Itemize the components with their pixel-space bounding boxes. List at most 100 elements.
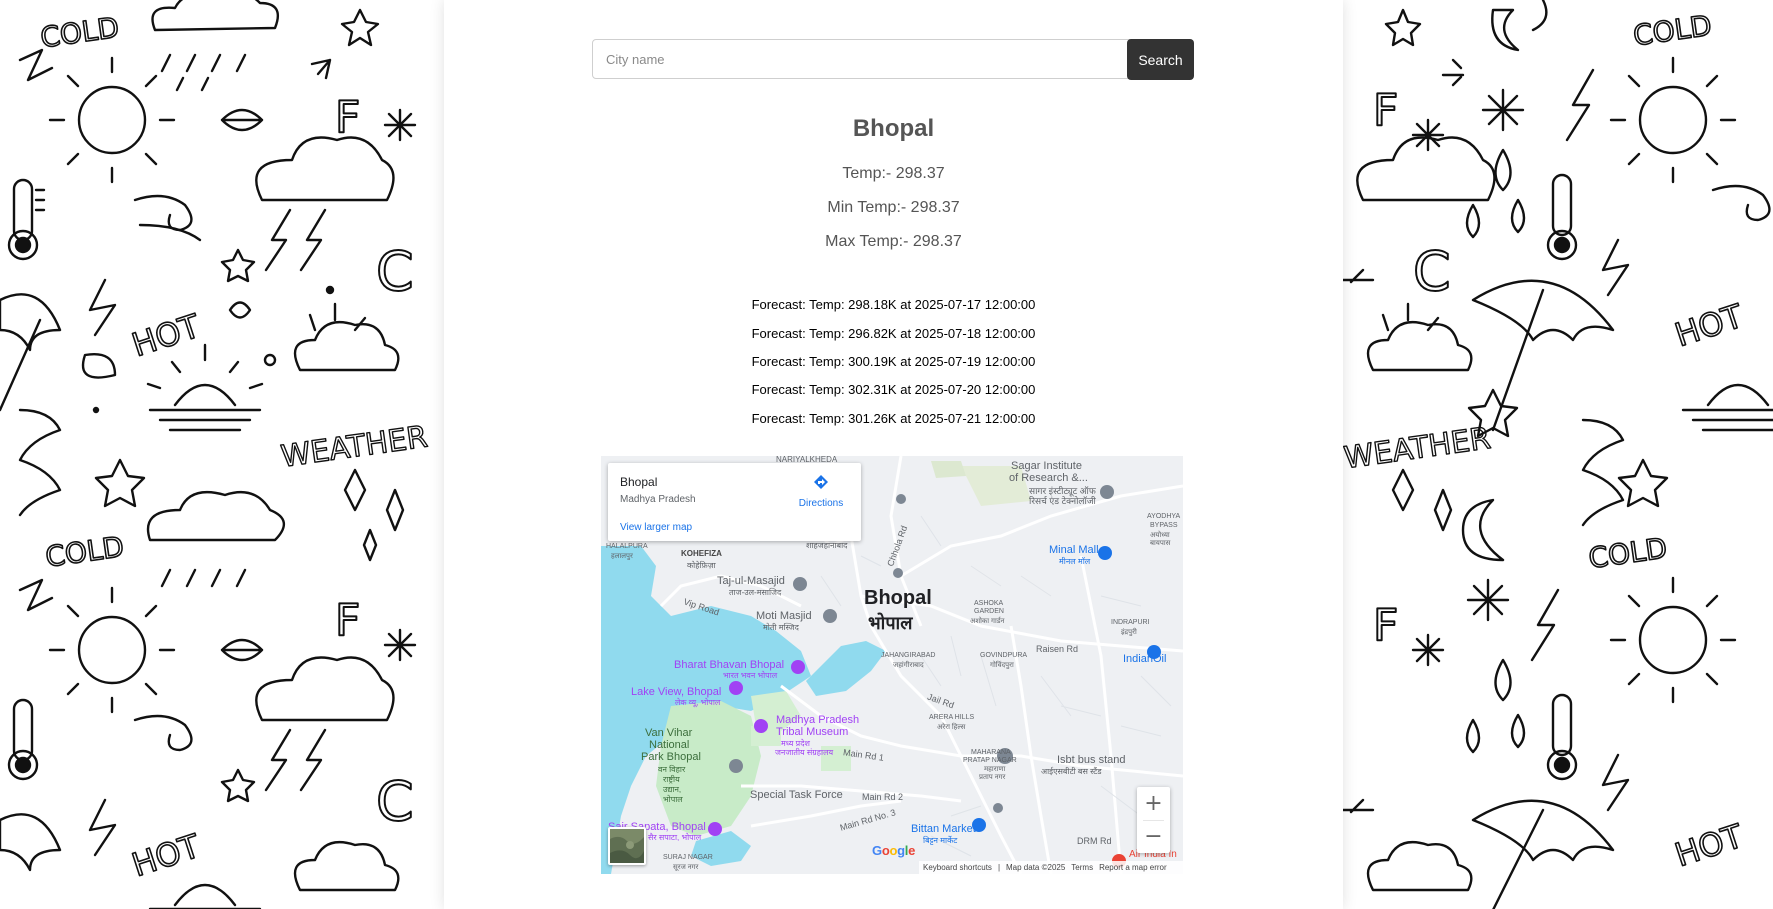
report-map-error-link[interactable]: Report a map error [1099,863,1167,872]
search-button[interactable]: Search [1127,39,1194,80]
svg-text:C: C [1413,240,1451,303]
attrib-separator: | [997,863,1001,872]
map-poi[interactable]: Minal Mall [1049,544,1099,556]
map-label: अरेरा हिल्स [937,724,966,731]
map-label: HALALPURA [606,543,648,550]
map-label: बिट्टन मार्केट [923,836,958,845]
doodle-background-right: COLD F C HOT WEATHER COLD F HOT [1343,0,1773,909]
map-label: आईएसबीटी बस स्टैंड [1041,767,1102,776]
svg-text:COLD: COLD [1586,531,1669,575]
map-label: ARERA HILLS [929,714,975,721]
doodle-background-left: COLD F C HOT WEATHER COLD F C HOT [0,0,444,909]
forecast-item: Forecast: Temp: 296.82K at 2025-07-18 12… [751,326,1036,341]
svg-text:F: F [1373,85,1398,136]
place-title: Bhopal [620,475,658,489]
map-label: ASHOKA [974,600,1004,607]
map-label: SURAJ NAGAR [663,854,713,861]
map-label: GOVINDPURA [980,652,1028,659]
view-larger-map-link[interactable]: View larger map [620,522,692,533]
minus-icon: − [1144,824,1163,849]
weather-panel: Search Bhopal Temp:- 298.37 Min Temp:- 2… [444,0,1343,909]
min-temp: Min Temp:- 298.37 [827,199,960,216]
map-road-label: DRM Rd [1077,836,1112,846]
directions-icon [814,475,828,489]
svg-text:F: F [1373,600,1398,651]
map-poi[interactable]: Bittan Market [911,823,976,835]
city-search-input[interactable] [592,39,1134,79]
map-attribution: Keyboard shortcuts | Map data ©2025 Term… [919,861,1183,874]
svg-text:WEATHER: WEATHER [1343,421,1493,476]
directions-button[interactable]: Directions [793,473,849,509]
map-road-label: Raisen Rd [1036,644,1079,654]
forecast-item: Forecast: Temp: 298.18K at 2025-07-17 12… [751,297,1036,312]
map-label: भोपाल [663,795,683,804]
map-data-text: Map data ©2025 [1006,863,1066,872]
map-label: रिसर्च एंड टेक्नोलॉजी [1029,496,1096,506]
svg-text:F: F [335,595,360,646]
map-label: मोती मस्जिद [763,623,799,632]
terms-link[interactable]: Terms [1071,863,1093,872]
map-label: लेक व्यू, भोपाल [675,698,721,707]
map-label: PRATAP NAGAR [963,757,1017,764]
svg-text:HOT: HOT [1670,817,1748,875]
embedded-map[interactable]: NARIYALKHEDA Sagar Institute of Research… [601,456,1183,874]
forecast-item: Forecast: Temp: 300.19K at 2025-07-19 12… [751,354,1036,369]
map-poi[interactable]: Special Task Force [750,789,843,801]
map-poi[interactable]: Madhya Pradesh [776,714,859,726]
keyboard-shortcuts-link[interactable]: Keyboard shortcuts [923,863,992,872]
map-label: Sagar Institute [1011,460,1082,472]
map-poi[interactable]: Taj-ul-Masajid [717,575,785,587]
map-place-card: Bhopal Madhya Pradesh View larger map Di… [608,463,861,541]
svg-text:C: C [376,240,414,303]
map-poi[interactable]: Moti Masjid [756,610,812,622]
map-city-label: Bhopal [864,587,932,609]
weather-doodle-pattern: COLD F C HOT WEATHER COLD F C HOT [0,0,430,909]
satellite-thumbnail-icon [610,829,644,863]
max-temp: Max Temp:- 298.37 [825,233,962,250]
map-label: प्रताप नगर [979,774,1006,781]
map-label: जहांगीराबाद [893,662,924,669]
map-poi[interactable]: IndianOil [1123,653,1166,665]
svg-text:F: F [335,92,360,143]
map-label: सैर सपाटा, भोपाल [648,833,702,842]
place-subtitle: Madhya Pradesh [620,494,696,505]
map-label: INDRAPURI [1111,619,1150,626]
satellite-layer-toggle[interactable] [608,827,646,865]
map-label: GARDEN [974,608,1004,615]
weather-doodle-pattern: COLD F C HOT WEATHER COLD F HOT [1343,0,1773,909]
map-poi[interactable]: Isbt bus stand [1057,754,1126,766]
map-label: Van Vihar [645,727,693,739]
map-label: National [649,739,690,751]
city-name: Bhopal [852,115,935,142]
map-label: Park Bhopal [641,751,701,763]
map-label: मीनल मॉल [1059,557,1091,566]
forecast-item: Forecast: Temp: 301.26K at 2025-07-21 12… [751,411,1036,426]
map-label: MAHARANA [971,749,1011,756]
svg-text:COLD: COLD [38,11,121,55]
map-label: KOHEFIZA [681,549,722,558]
map-city-label-hindi: भोपाल [868,613,913,633]
map-label: BYPASS [1150,522,1178,529]
map-label: भारत भवन भोपाल [723,671,778,680]
map-label: हलालपुर [611,553,633,560]
zoom-out-button[interactable]: − [1137,820,1170,853]
map-label: जनजातीय संग्रहालय [775,748,834,757]
svg-text:C: C [376,770,414,833]
map-label: कोहेफ़िज़ा [687,561,716,570]
map-label: ताज-उल-मसाजिद [729,588,782,597]
map-label: Tribal Museum [776,726,849,738]
map-label: of Research &... [1009,472,1088,484]
zoom-in-button[interactable]: + [1137,787,1170,820]
svg-text:HOT: HOT [127,307,205,365]
google-logo: Google [872,843,916,858]
svg-text:HOT: HOT [127,827,205,885]
map-label: JAHANGIRABAD [881,652,936,659]
zoom-controls: + − [1137,787,1170,853]
svg-text:WEATHER: WEATHER [279,420,430,475]
svg-text:COLD: COLD [43,530,126,574]
map-label: अशोका गार्डन [970,618,1005,625]
plus-icon: + [1144,791,1163,816]
map-label: शाहजहानाबाद [806,541,848,550]
svg-text:HOT: HOT [1670,297,1748,355]
map-label: इंद्रपुरी [1121,629,1137,636]
